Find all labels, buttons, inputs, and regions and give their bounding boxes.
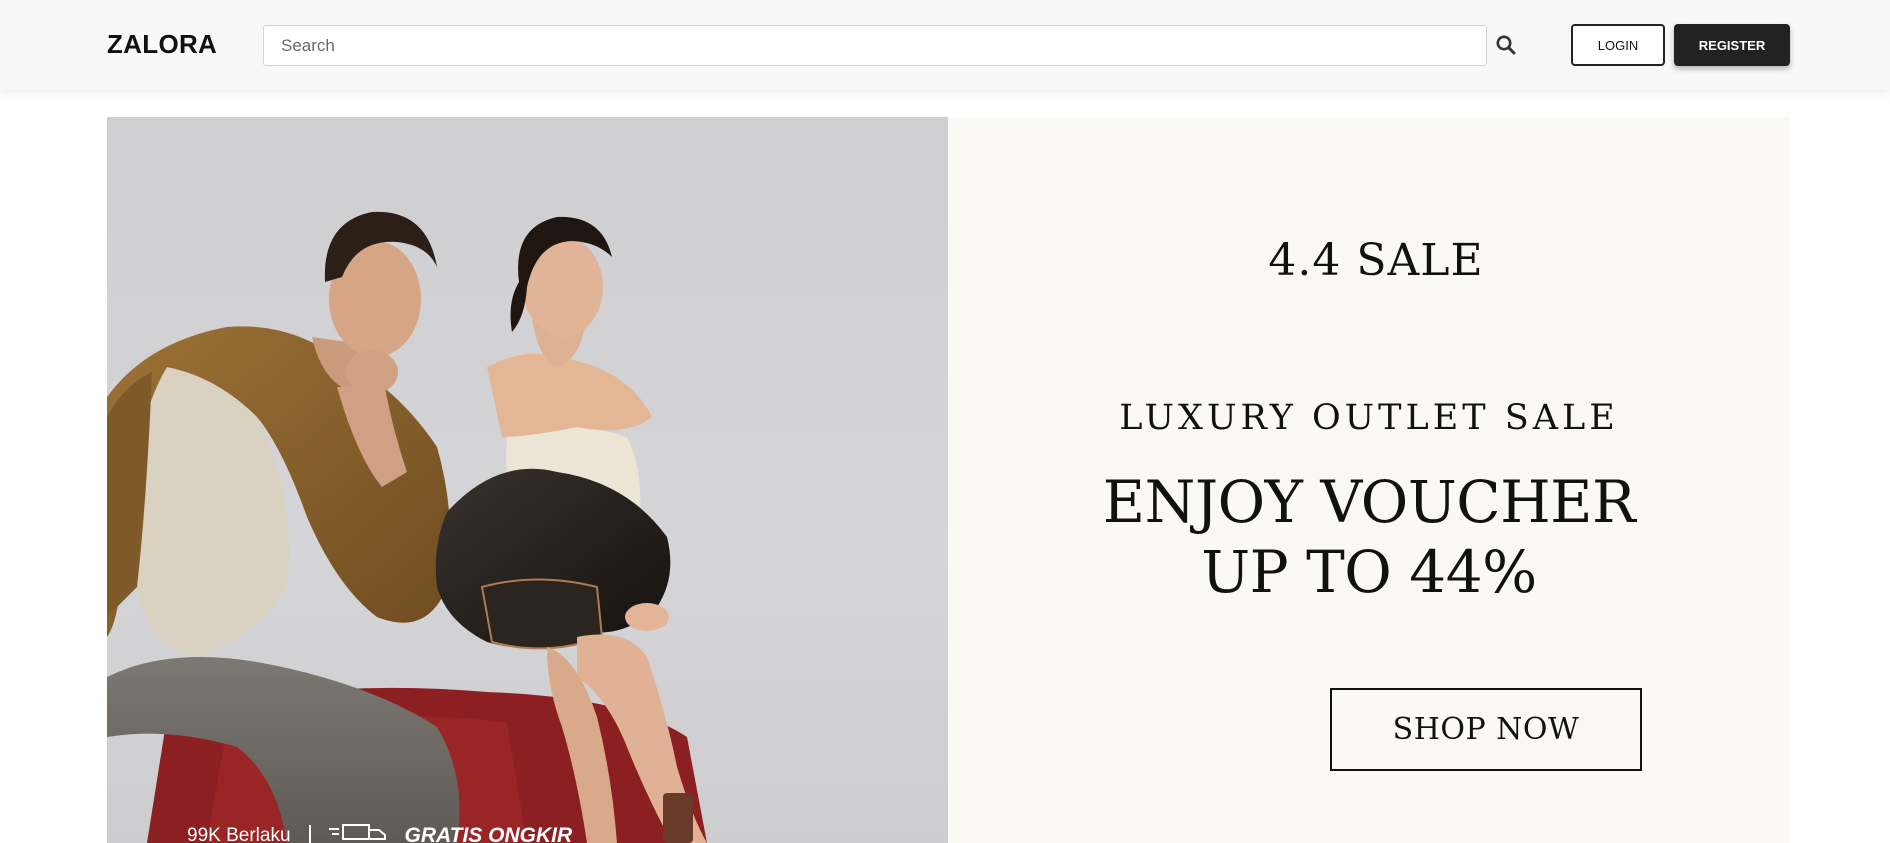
free-shipping-text: GRATIS ONGKIR [404, 824, 573, 843]
top-navigation-bar: ZALORA LOGIN REGISTER [0, 0, 1890, 90]
voucher-line-1: ENJOY VOUCHER [1102, 468, 1636, 536]
voucher-line-2: UP TO 44% [1201, 538, 1537, 606]
outlet-title: LUXURY OUTLET SALE [1119, 398, 1619, 438]
voucher-headline: ENJOY VOUCHER UP TO 44% [948, 467, 1790, 607]
divider [308, 825, 311, 843]
shipping-promo-strip: 99K Berlaku GRATIS ONGKIR [187, 822, 572, 843]
sale-title: 4.4 SALE [1268, 235, 1484, 286]
shipping-min-text: 99K Berlaku [187, 825, 291, 843]
search-icon[interactable] [1494, 33, 1518, 57]
shop-now-button[interactable]: SHOP NOW [1330, 688, 1642, 771]
login-button[interactable]: LOGIN [1571, 24, 1665, 66]
search-box [263, 25, 1487, 66]
zalora-logo[interactable]: ZALORA [107, 29, 217, 60]
search-input[interactable] [264, 26, 1486, 65]
hero-banner[interactable]: 99K Berlaku GRATIS ONGKIR 4.4 SALE LUXUR… [107, 117, 1790, 843]
campaign-photo: 99K Berlaku GRATIS ONGKIR [107, 117, 948, 843]
register-button[interactable]: REGISTER [1674, 24, 1790, 66]
promo-panel: 4.4 SALE LUXURY OUTLET SALE ENJOY VOUCHE… [948, 117, 1790, 843]
truck-icon [328, 822, 387, 843]
